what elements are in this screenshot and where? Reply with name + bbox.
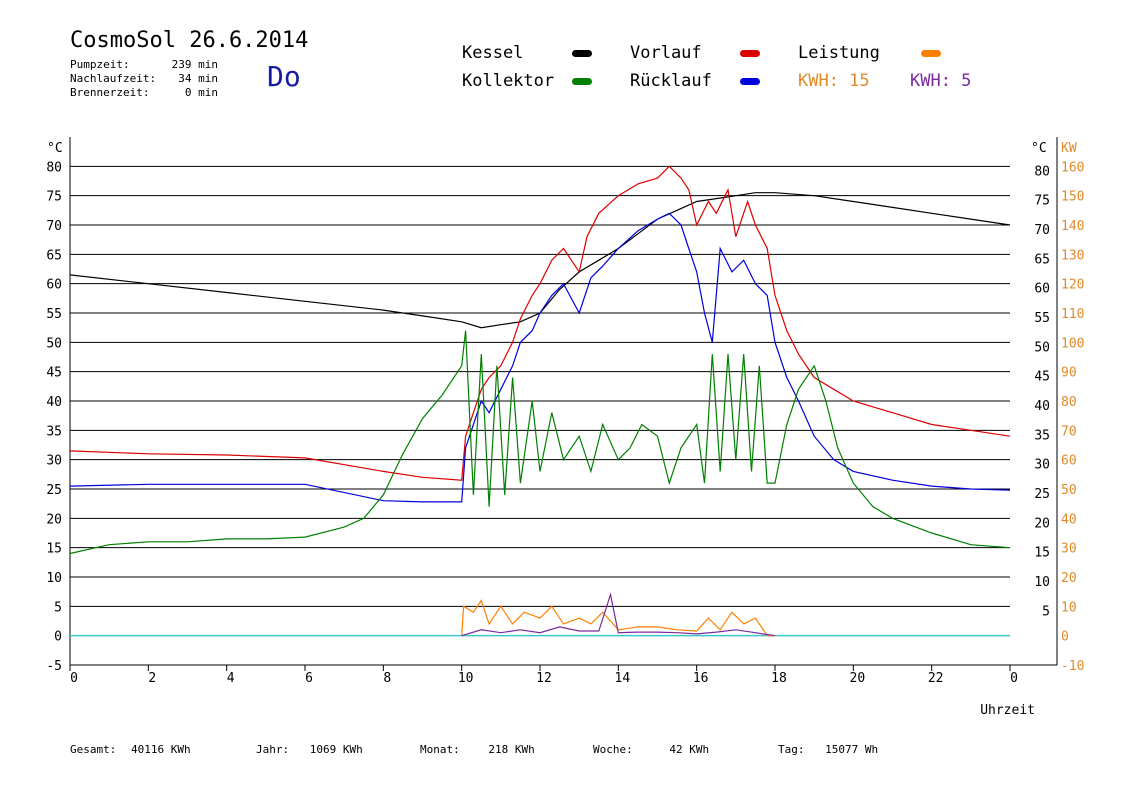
x-tick-label: 0	[70, 671, 78, 686]
y-tick-label: 65	[46, 248, 62, 263]
x-tick-label: 16	[693, 671, 709, 686]
y-tick-label: 25	[46, 483, 62, 498]
y-right-tick-label: 55	[1034, 311, 1050, 326]
y-axis-unit: °C	[47, 141, 63, 156]
y-tick-label: 55	[46, 307, 62, 322]
x-tick-label: 0	[1010, 671, 1018, 686]
y-right-tick-label: 40	[1034, 399, 1050, 414]
kw-axis-unit: KW	[1061, 141, 1077, 156]
x-tick-label: 18	[771, 671, 787, 686]
kw-tick-label: 150	[1061, 190, 1084, 205]
kw-tick-label: 30	[1061, 542, 1077, 557]
kw-tick-label: 40	[1061, 512, 1077, 527]
kw-tick-label: 160	[1061, 160, 1084, 175]
kw-tick-label: 60	[1061, 454, 1077, 469]
y-tick-label: 0	[54, 630, 62, 645]
y-tick-label: 10	[46, 571, 62, 586]
y-tick-label: 40	[46, 395, 62, 410]
temperature-chart: 80757065605550454035302520151050-5807570…	[46, 137, 1084, 718]
y-right-tick-label: 30	[1034, 458, 1050, 473]
kw-tick-label: -10	[1061, 659, 1084, 674]
y-tick-label: 5	[54, 600, 62, 615]
y-tick-label: 75	[46, 190, 62, 205]
x-axis-label: Uhrzeit	[980, 703, 1035, 718]
kw-tick-label: 110	[1061, 307, 1084, 322]
y-right-tick-label: 45	[1034, 370, 1050, 385]
y-tick-label: 70	[46, 219, 62, 234]
x-tick-label: 4	[227, 671, 235, 686]
y-tick-label: 45	[46, 366, 62, 381]
x-tick-label: 14	[615, 671, 631, 686]
series-r-cklauf	[69, 212, 1011, 503]
kw-tick-label: 0	[1061, 630, 1069, 645]
series-vorlauf	[69, 165, 1011, 481]
y-right-tick-label: 60	[1034, 282, 1050, 297]
y-right-tick-label: 65	[1034, 252, 1050, 267]
kw-tick-label: 80	[1061, 395, 1077, 410]
kw-tick-label: 70	[1061, 424, 1077, 439]
kw-tick-label: 90	[1061, 366, 1077, 381]
kw-tick-label: 100	[1061, 336, 1084, 351]
y-right-tick-label: 5	[1042, 604, 1050, 619]
y-tick-label: 35	[46, 424, 62, 439]
kw-tick-label: 10	[1061, 600, 1077, 615]
series-kollektor	[69, 330, 1011, 555]
y-tick-label: 80	[46, 160, 62, 175]
series-kessel	[69, 192, 1011, 329]
kw-tick-label: 120	[1061, 278, 1084, 293]
kw-tick-label: 140	[1061, 219, 1084, 234]
kw-tick-label: 130	[1061, 248, 1084, 263]
y-right-tick-label: 75	[1034, 194, 1050, 209]
y-tick-label: 15	[46, 542, 62, 557]
y-tick-label: 30	[46, 454, 62, 469]
y-tick-label: -5	[46, 659, 62, 674]
y-right-tick-label: 80	[1034, 164, 1050, 179]
x-tick-label: 6	[305, 671, 313, 686]
y-right-axis-unit: °C	[1031, 141, 1047, 156]
y-tick-label: 60	[46, 278, 62, 293]
y-tick-label: 50	[46, 336, 62, 351]
x-tick-label: 22	[928, 671, 944, 686]
x-tick-label: 8	[383, 671, 391, 686]
x-tick-label: 2	[148, 671, 156, 686]
x-tick-label: 20	[850, 671, 866, 686]
y-right-tick-label: 50	[1034, 340, 1050, 355]
x-tick-label: 12	[536, 671, 552, 686]
y-right-tick-label: 10	[1034, 575, 1050, 590]
x-tick-label: 10	[458, 671, 474, 686]
kw-tick-label: 50	[1061, 483, 1077, 498]
y-right-tick-label: 35	[1034, 428, 1050, 443]
y-right-tick-label: 20	[1034, 516, 1050, 531]
kw-tick-label: 20	[1061, 571, 1077, 586]
y-right-tick-label: 15	[1034, 546, 1050, 561]
y-right-tick-label: 70	[1034, 223, 1050, 238]
y-tick-label: 20	[46, 512, 62, 527]
y-right-tick-label: 25	[1034, 487, 1050, 502]
